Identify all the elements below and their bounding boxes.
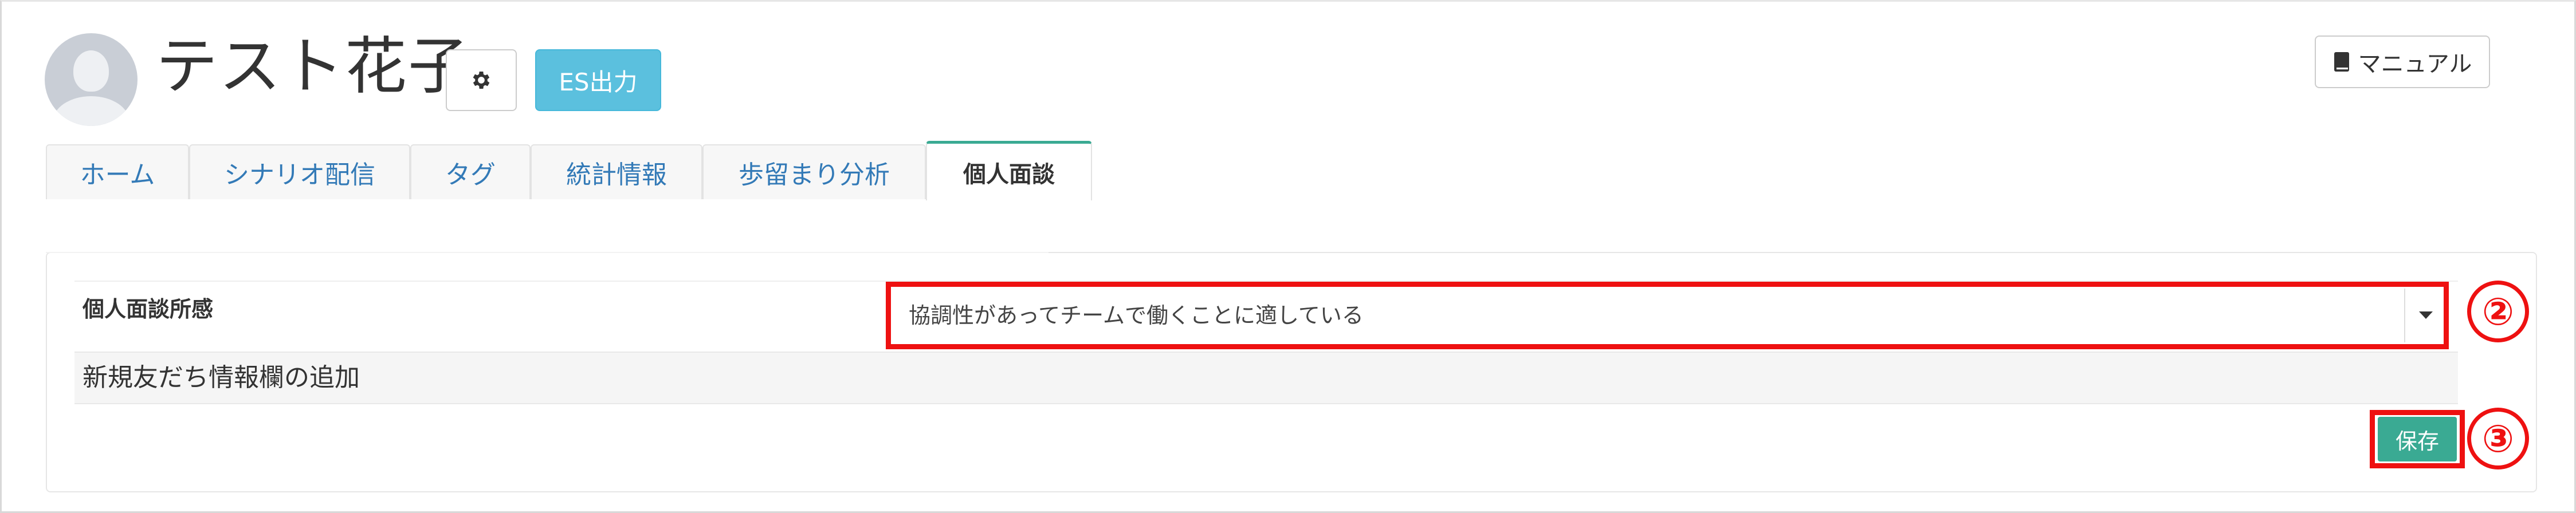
settings-button[interactable] <box>446 49 517 111</box>
manual-button[interactable]: マニュアル <box>2315 35 2490 88</box>
tab-statistics[interactable]: 統計情報 <box>531 144 702 199</box>
es-export-button[interactable]: ES出力 <box>535 49 661 111</box>
manual-label: マニュアル <box>2358 51 2472 77</box>
step-marker-2: ② <box>2467 281 2529 342</box>
step-marker-3: ③ <box>2467 408 2529 469</box>
tab-interview[interactable]: 個人面談 <box>926 141 1092 200</box>
tab-home[interactable]: ホーム <box>46 144 189 199</box>
gear-icon <box>473 72 490 89</box>
book-icon <box>2334 52 2349 72</box>
interview-impression-label: 個人面談所感 <box>83 297 214 322</box>
tab-yield-analysis[interactable]: 歩留まり分析 <box>702 144 926 199</box>
save-highlight-box <box>2370 410 2465 468</box>
tab-scenario[interactable]: シナリオ配信 <box>189 144 410 199</box>
avatar <box>45 33 138 126</box>
avatar-head <box>73 50 109 92</box>
add-field-row[interactable]: 新規友だち情報欄の追加 <box>74 352 2458 404</box>
add-field-label: 新規友だち情報欄の追加 <box>83 363 360 392</box>
tab-tags[interactable]: タグ <box>410 144 531 199</box>
avatar-shoulders <box>53 96 129 126</box>
select-highlight-box <box>886 282 2449 349</box>
user-name: テスト花子 <box>156 31 472 102</box>
panel-divider <box>46 252 1049 253</box>
